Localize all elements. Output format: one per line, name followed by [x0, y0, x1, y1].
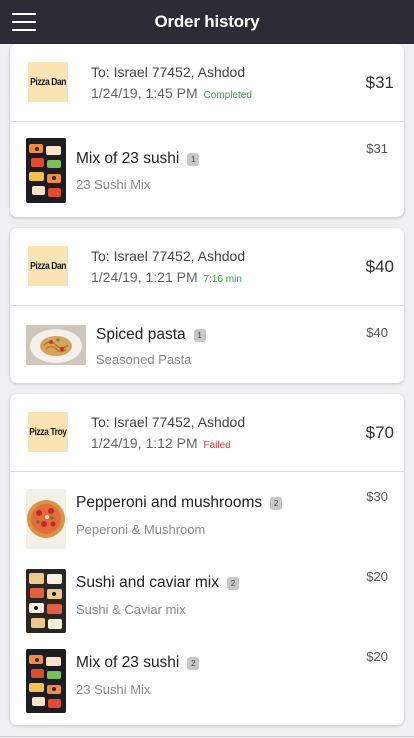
item-name: Spiced pasta 1	[96, 326, 206, 344]
order-item[interactable]: Mix of 23 sushi 1 23 Sushi Mix $31	[10, 122, 404, 217]
quantity-badge: 2	[187, 656, 200, 670]
item-price: $20	[366, 649, 388, 664]
order-header: Pizza Dan To: Israel 77452, Ashdod 1/24/…	[10, 228, 404, 306]
page-title: Order history	[154, 12, 260, 31]
item-subtitle: Seasoned Pasta	[96, 352, 192, 367]
item-name: Pepperoni and mushrooms 2	[76, 494, 283, 512]
order-header: Pizza Dan To: Israel 77452, Ashdod 1/24/…	[10, 44, 404, 122]
order-total: $31	[365, 73, 394, 92]
item-name: Mix of 23 sushi 2	[76, 654, 200, 672]
order-status: Failed	[203, 440, 231, 451]
item-price: $30	[366, 489, 388, 504]
item-subtitle: 23 Sushi Mix	[76, 682, 151, 697]
item-price: $31	[366, 141, 388, 156]
item-price: $40	[366, 325, 388, 340]
order-datetime: 1/24/19, 1:12 PM Failed	[91, 435, 231, 451]
hamburger-menu-icon[interactable]	[12, 13, 36, 31]
app-bar: Order history	[0, 0, 414, 44]
sushi-caviar-photo	[26, 569, 66, 633]
order-item[interactable]: Mix of 23 sushi 2 23 Sushi Mix $20	[10, 632, 404, 713]
quantity-badge: 2	[270, 496, 283, 510]
sushi-mix-photo	[26, 138, 66, 203]
restaurant-logo: Pizza Troy	[28, 412, 68, 452]
restaurant-logo: Pizza Dan	[28, 246, 68, 286]
delivery-destination: To: Israel 77452, Ashdod	[91, 64, 246, 80]
order-item[interactable]: Sushi and caviar mix 2 Sushi & Caviar mix…	[10, 552, 404, 633]
divider	[0, 736, 414, 737]
pizza-photo	[26, 489, 66, 549]
order-total: $70	[365, 423, 394, 442]
order-item[interactable]: Pepperoni and mushrooms 2 Peperoni & Mush…	[10, 472, 404, 552]
item-subtitle: Sushi & Caviar mix	[76, 602, 186, 617]
order-status: Completed	[203, 90, 252, 101]
restaurant-logo: Pizza Dan	[28, 62, 68, 102]
quantity-badge: 1	[187, 152, 200, 166]
order-total: $40	[365, 257, 394, 276]
order-item[interactable]: Spiced pasta 1 Seasoned Pasta $40	[10, 306, 404, 383]
order-datetime: 1/24/19, 1:21 PM 7:16 min	[91, 269, 242, 285]
quantity-badge: 2	[227, 576, 240, 590]
item-subtitle: Peperoni & Mushroom	[76, 522, 206, 537]
order-status: 7:16 min	[203, 274, 242, 285]
item-subtitle: 23 Sushi Mix	[76, 177, 151, 192]
quantity-badge: 1	[193, 328, 206, 342]
order-header: Pizza Troy To: Israel 77452, Ashdod 1/24…	[10, 394, 404, 472]
item-name: Mix of 23 sushi 1	[76, 150, 200, 168]
order-card[interactable]: Pizza Dan To: Israel 77452, Ashdod 1/24/…	[10, 228, 404, 383]
sushi-mix-photo	[26, 649, 66, 713]
item-name: Sushi and caviar mix 2	[76, 574, 240, 592]
order-datetime: 1/24/19, 1:45 PM Completed	[91, 85, 252, 101]
delivery-destination: To: Israel 77452, Ashdod	[91, 248, 246, 264]
item-price: $20	[366, 569, 388, 584]
pasta-photo	[26, 325, 86, 365]
delivery-destination: To: Israel 77452, Ashdod	[91, 414, 246, 430]
order-card[interactable]: Pizza Dan To: Israel 77452, Ashdod 1/24/…	[10, 44, 404, 217]
order-card[interactable]: Pizza Troy To: Israel 77452, Ashdod 1/24…	[10, 394, 404, 725]
